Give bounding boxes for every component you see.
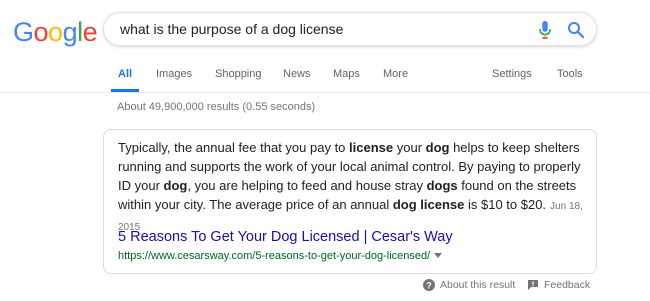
logo-letter-o2: o (48, 17, 63, 47)
snippet-text: Typically, the annual fee that you pay t… (118, 138, 586, 237)
google-logo[interactable]: Google (13, 17, 98, 48)
tab-all[interactable]: All (118, 68, 132, 80)
search-input[interactable] (120, 19, 510, 39)
tab-shopping[interactable]: Shopping (215, 68, 262, 80)
snippet-highlight: license (349, 140, 394, 155)
featured-snippet-card: Typically, the annual fee that you pay t… (103, 129, 597, 274)
tab-maps[interactable]: Maps (333, 68, 360, 80)
snippet-highlight: dog (425, 140, 450, 155)
logo-letter-g2: g (62, 17, 78, 47)
tab-tools[interactable]: Tools (557, 68, 583, 80)
snippet-part: , you are helping to feed and house stra… (187, 178, 427, 193)
feedback-icon (528, 280, 538, 290)
result-url: https://www.cesarsway.com/5-reasons-to-g… (118, 250, 443, 262)
snippet-highlight: dog (163, 178, 188, 193)
result-stats: About 49,900,000 results (0.55 seconds) (117, 101, 316, 113)
search-tabs: All Images Shopping News Maps More Setti… (0, 62, 650, 92)
logo-letter-o1: o (33, 17, 49, 47)
tab-more[interactable]: More (383, 68, 408, 80)
tab-settings[interactable]: Settings (492, 68, 532, 80)
about-this-result-link[interactable]: About this result (440, 279, 515, 291)
svg-text:?: ? (426, 281, 432, 291)
search-icon[interactable] (567, 21, 585, 39)
mic-icon[interactable] (538, 21, 552, 39)
result-url-text: https://www.cesarsway.com/5-reasons-to-g… (118, 250, 431, 262)
help-icon: ? (423, 279, 435, 291)
snippet-part: your (393, 140, 426, 155)
snippet-part: is $10 to $20. (464, 197, 547, 212)
snippet-part: Typically, the annual fee that you pay t… (118, 140, 350, 155)
logo-letter-e: e (82, 17, 98, 47)
tab-news[interactable]: News (283, 68, 311, 80)
snippet-highlight: dog license (392, 197, 465, 212)
chevron-down-icon[interactable] (434, 253, 443, 259)
search-box (103, 12, 597, 46)
header-divider (0, 92, 650, 93)
logo-letter-g: G (13, 17, 34, 47)
snippet-highlight: dogs (426, 178, 458, 193)
feedback-link[interactable]: Feedback (544, 279, 590, 291)
tab-images[interactable]: Images (156, 68, 192, 80)
result-title-link[interactable]: 5 Reasons To Get Your Dog Licensed | Ces… (118, 229, 453, 245)
